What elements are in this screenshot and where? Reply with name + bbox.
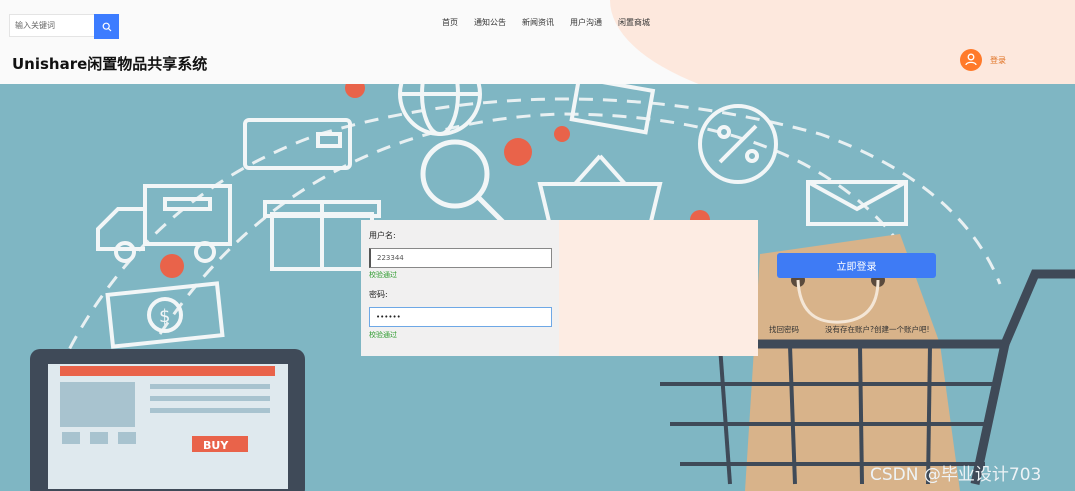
header-decoration	[610, 0, 1075, 84]
svg-text:$: $	[159, 306, 170, 327]
buy-badge: BUY	[203, 439, 229, 452]
username-validation: 校验通过	[369, 271, 397, 279]
truck-icon	[96, 184, 232, 263]
gear-icon	[504, 138, 532, 166]
avatar[interactable]	[960, 49, 982, 71]
login-submit-button[interactable]: 立即登录	[777, 253, 936, 278]
nav-item-user-chat[interactable]: 用户沟通	[562, 17, 610, 29]
nav-item-market[interactable]: 闲置商城	[610, 17, 658, 29]
envelope-icon	[806, 180, 908, 226]
gear-icon	[160, 254, 184, 278]
login-panel: 用户名: 校验通过 密码: 校验通过 立即登录 找回密码 没有存在账户?创建一个…	[361, 220, 936, 356]
password-label: 密码:	[369, 290, 388, 299]
watermark: CSDN @毕业设计703	[870, 465, 1042, 485]
login-link[interactable]: 登录	[990, 55, 1006, 66]
nav-item-home[interactable]: 首页	[434, 17, 466, 29]
register-link[interactable]: 没有存在账户?创建一个账户吧!	[825, 324, 930, 335]
username-label: 用户名:	[369, 231, 396, 240]
gear-icon	[345, 84, 365, 98]
login-form: 用户名: 校验通过 密码: 校验通过	[361, 220, 559, 356]
login-actions: 立即登录 找回密码 没有存在账户?创建一个账户吧!	[559, 220, 936, 356]
search-button[interactable]	[94, 14, 119, 39]
search-input[interactable]	[9, 14, 94, 37]
percent-badge-icon	[698, 104, 778, 184]
magnifier-icon	[420, 139, 507, 226]
calculator-icon	[569, 84, 656, 135]
nav-item-notices[interactable]: 通知公告	[466, 17, 514, 29]
site-title: Unishare闲置物品共享系统	[12, 55, 208, 73]
nav-item-news[interactable]: 新闻资讯	[514, 17, 562, 29]
search-box	[9, 14, 119, 39]
header: 首页 通知公告 新闻资讯 用户沟通 闲置商城 Unishare闲置物品共享系统 …	[0, 0, 1075, 84]
search-icon	[102, 17, 112, 36]
password-input[interactable]	[369, 307, 552, 327]
gear-icon	[554, 126, 570, 142]
main-nav: 首页 通知公告 新闻资讯 用户沟通 闲置商城	[434, 17, 658, 29]
forgot-password-link[interactable]: 找回密码	[769, 324, 799, 335]
user-icon	[964, 51, 978, 70]
laptop-icon: BUY	[30, 349, 305, 491]
password-validation: 校验通过	[369, 331, 397, 339]
username-input[interactable]	[369, 248, 552, 268]
